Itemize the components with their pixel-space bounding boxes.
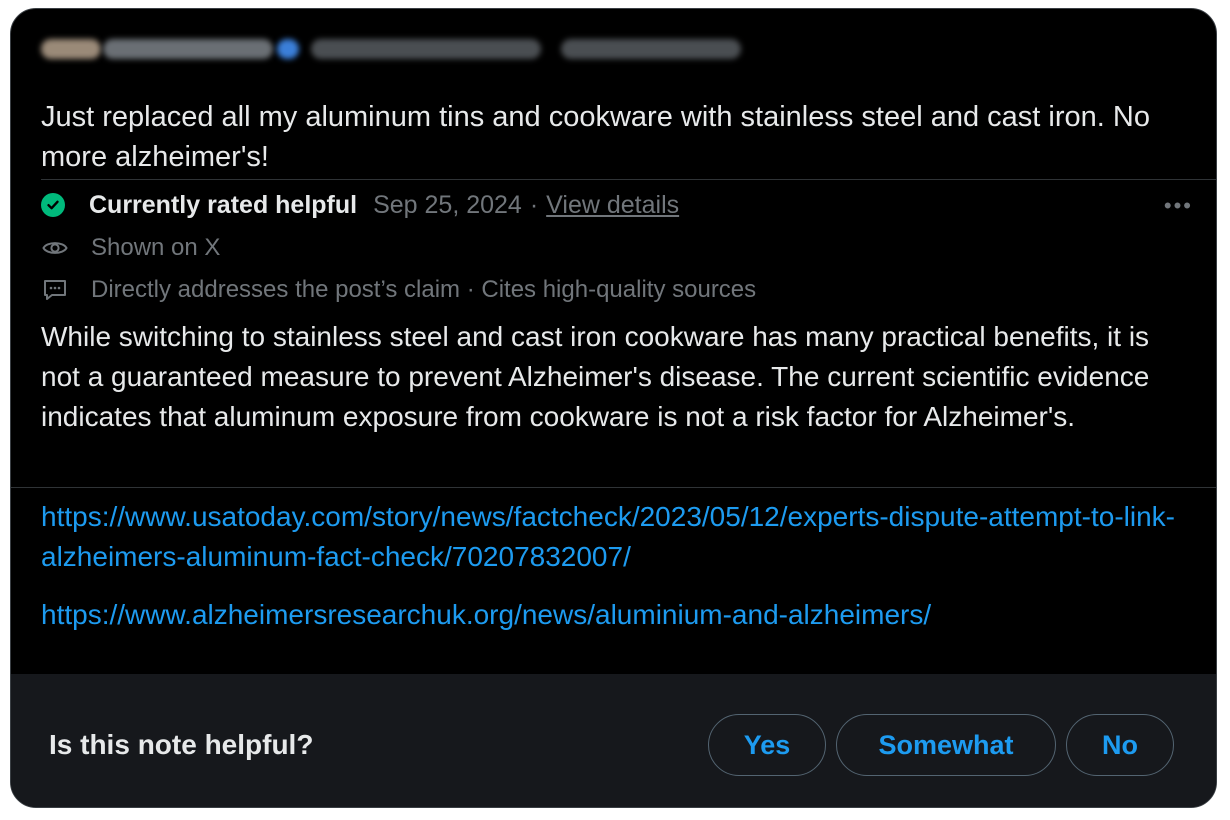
note-body: While switching to stainless steel and c… <box>41 321 1150 432</box>
note-status-row: Currently rated helpful Sep 25, 2024 · V… <box>41 187 1201 223</box>
somewhat-button[interactable]: Somewhat <box>836 714 1056 776</box>
message-icon <box>41 276 69 304</box>
shown-on-label: Shown on X <box>91 234 221 261</box>
blurred-date <box>561 39 741 59</box>
meta-separator: · <box>529 190 539 219</box>
shown-on-row: Shown on X <box>41 231 220 265</box>
community-note-card: Just replaced all my aluminum tins and c… <box>10 8 1217 808</box>
post-text: Just replaced all my aluminum tins and c… <box>41 101 1150 173</box>
no-button[interactable]: No <box>1066 714 1174 776</box>
note-qualities: Directly addresses the post’s claim · Ci… <box>91 276 757 303</box>
feedback-bar: Is this note helpful? Yes Somewhat No <box>11 674 1216 807</box>
blurred-author-header <box>41 31 761 67</box>
divider <box>11 487 1216 488</box>
feedback-question: Is this note helpful? <box>49 729 314 760</box>
blurred-badge <box>277 39 299 59</box>
view-details-link[interactable]: View details <box>546 191 679 220</box>
yes-button[interactable]: Yes <box>708 714 826 776</box>
source-link[interactable]: https://www.alzheimersresearchuk.org/new… <box>41 595 1191 635</box>
more-horizontal-icon[interactable]: ••• <box>1164 193 1193 219</box>
eye-icon <box>41 234 69 262</box>
qualities-row: Directly addresses the post’s claim · Ci… <box>41 273 756 307</box>
source-link[interactable]: https://www.usatoday.com/story/news/fact… <box>41 497 1191 577</box>
note-date: Sep 25, 2024 <box>373 190 522 219</box>
divider <box>41 179 1216 180</box>
note-rating-status: Currently rated helpful <box>89 190 358 219</box>
check-circle-icon <box>41 193 65 217</box>
blurred-name <box>103 39 273 59</box>
blurred-avatar <box>41 39 101 59</box>
blurred-handle <box>311 39 541 59</box>
